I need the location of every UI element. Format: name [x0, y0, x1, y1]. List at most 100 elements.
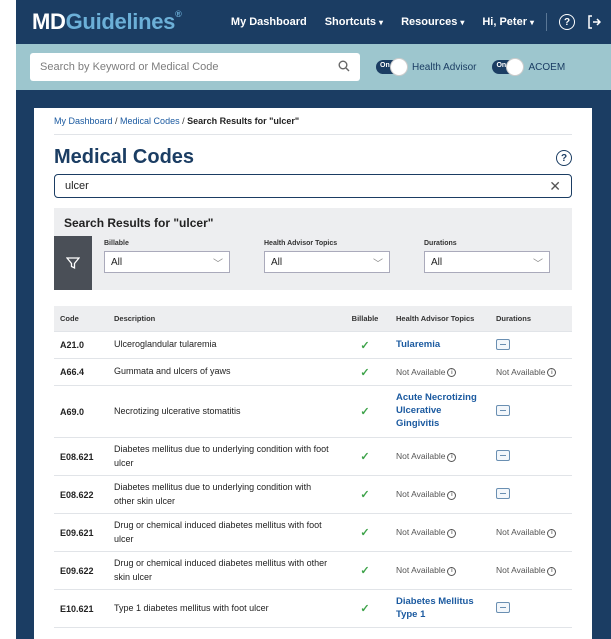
row-code: E09.621: [60, 527, 94, 538]
duration-document-icon[interactable]: [496, 405, 510, 416]
table-row[interactable]: A66.4 Gummata and ulcers of yaws ✓ Not A…: [54, 359, 572, 386]
chevron-down-icon: ▾: [460, 18, 465, 27]
page-help-icon[interactable]: ?: [556, 150, 572, 166]
row-description: Diabetes mellitus due to underlying cond…: [114, 482, 312, 506]
breadcrumb-medical-codes[interactable]: Medical Codes: [120, 116, 180, 126]
info-icon[interactable]: i: [447, 490, 457, 500]
billable-select-value: All: [111, 256, 123, 268]
code-search-input[interactable]: [65, 180, 550, 192]
breadcrumb-separator: /: [112, 116, 121, 126]
table-row[interactable]: A69.0 Necrotizing ulcerative stomatitis …: [54, 386, 572, 438]
billable-select[interactable]: All ﹀: [104, 251, 230, 273]
filter-button[interactable]: [54, 236, 92, 290]
topic-cell: Tularemia: [390, 339, 490, 352]
mdguidelines-logo[interactable]: MDGuidelines®: [32, 9, 182, 35]
topic-not-available: Not Available: [396, 565, 446, 576]
row-description: Drug or chemical induced diabetes mellit…: [114, 558, 328, 582]
billable-cell: ✓: [340, 339, 390, 352]
row-code: E10.621: [60, 603, 94, 614]
row-description: Drug or chemical induced diabetes mellit…: [114, 520, 322, 544]
info-icon[interactable]: i: [547, 528, 557, 538]
topic-cell: Diabetes Mellitus Type 1: [390, 596, 490, 622]
duration-cell: Not Available i: [490, 527, 572, 538]
durations-select[interactable]: All ﹀: [424, 251, 550, 273]
header-billable[interactable]: Billable: [340, 314, 390, 323]
table-row[interactable]: E10.621 Type 1 diabetes mellitus with fo…: [54, 590, 572, 628]
acoem-label: ACOEM: [528, 61, 566, 73]
help-button[interactable]: ?: [559, 14, 575, 30]
topic-link[interactable]: Acute Necrotizing Ulcerative Gingivitis: [396, 392, 477, 429]
logo-md: MD: [32, 9, 66, 34]
topic-cell: Not Available i: [390, 489, 490, 500]
row-description: Type 1 diabetes mellitus with foot ulcer: [114, 602, 269, 613]
top-navigation-bar: MDGuidelines® My Dashboard Shortcuts ▾ Re…: [16, 0, 611, 44]
chevron-down-icon: ﹀: [213, 258, 223, 270]
table-row[interactable]: E08.621 Diabetes mellitus due to underly…: [54, 438, 572, 476]
table-row[interactable]: E09.622 Drug or chemical induced diabete…: [54, 552, 572, 590]
row-code: A66.4: [60, 367, 85, 377]
topic-cell: Not Available i: [390, 527, 490, 538]
search-icon[interactable]: [338, 60, 350, 75]
info-icon[interactable]: i: [447, 452, 457, 462]
header-code[interactable]: Code: [54, 314, 108, 323]
chevron-down-icon: ▾: [529, 18, 534, 27]
billable-cell: ✓: [340, 488, 390, 501]
duration-document-icon[interactable]: [496, 450, 510, 461]
info-icon[interactable]: i: [447, 566, 457, 576]
nav-resources[interactable]: Resources ▾: [401, 16, 464, 28]
topics-filter-label: Health Advisor Topics: [264, 240, 338, 247]
duration-document-icon[interactable]: [496, 338, 510, 350]
nav-my-dashboard[interactable]: My Dashboard: [231, 16, 307, 28]
duration-document-icon[interactable]: [496, 602, 510, 613]
durations-select-value: All: [431, 256, 443, 268]
topic-not-available: Not Available: [396, 366, 446, 377]
duration-not-available: Not Available: [496, 366, 546, 377]
header-durations[interactable]: Durations: [490, 314, 572, 323]
info-icon[interactable]: i: [547, 566, 557, 576]
chevron-down-icon: ﹀: [533, 258, 543, 270]
clear-icon[interactable]: ✕: [549, 178, 561, 195]
chevron-down-icon: ﹀: [373, 258, 383, 270]
logout-button[interactable]: [587, 15, 601, 29]
nav-user-menu[interactable]: Hi, Peter ▾: [482, 16, 534, 28]
breadcrumb-dashboard[interactable]: My Dashboard: [54, 116, 113, 126]
check-icon: ✓: [360, 527, 370, 539]
billable-cell: ✓: [340, 405, 390, 418]
billable-cell: ✓: [340, 366, 390, 379]
check-icon: ✓: [360, 339, 370, 352]
row-code: E09.622: [60, 565, 94, 576]
topic-cell: Not Available i: [390, 366, 490, 378]
breadcrumb-current: Search Results for "ulcer": [187, 116, 300, 126]
row-description: Gummata and ulcers of yaws: [114, 366, 231, 377]
acoem-toggle[interactable]: On: [492, 58, 525, 76]
content-card: My Dashboard / Medical Codes / Search Re…: [34, 108, 592, 639]
header-description[interactable]: Description: [108, 313, 340, 324]
topic-link[interactable]: Diabetes Mellitus Type 1: [396, 596, 474, 620]
health-advisor-toggle[interactable]: On: [376, 58, 408, 76]
row-description: Diabetes mellitus due to underlying cond…: [114, 444, 329, 468]
acoem-toggle-group: On ACOEM: [492, 58, 566, 76]
results-title: Search Results for "ulcer": [64, 216, 214, 230]
nav-shortcuts[interactable]: Shortcuts ▾: [325, 16, 383, 28]
topic-link[interactable]: Tularemia: [396, 339, 440, 350]
table-row[interactable]: A21.0 Ulceroglandular tularemia ✓ Tulare…: [54, 332, 572, 359]
health-advisor-toggle-group: On Health Advisor: [376, 58, 476, 76]
billable-cell: ✓: [340, 450, 390, 463]
billable-filter: Billable All ﹀: [104, 240, 230, 273]
global-search-box: [30, 53, 360, 81]
header-topics[interactable]: Health Advisor Topics: [390, 314, 490, 323]
topics-select[interactable]: All ﹀: [264, 251, 390, 273]
page-title: Medical Codes: [54, 146, 195, 168]
row-code: E08.622: [60, 489, 94, 500]
duration-document-icon[interactable]: [496, 488, 510, 499]
global-search-input[interactable]: [40, 61, 338, 73]
info-icon[interactable]: i: [447, 368, 457, 378]
row-code: A21.0: [60, 340, 85, 350]
info-icon[interactable]: i: [547, 368, 557, 378]
help-icon: ?: [559, 14, 575, 30]
info-icon[interactable]: i: [447, 528, 457, 538]
topic-not-available: Not Available: [396, 489, 446, 500]
duration-cell: [490, 450, 572, 463]
table-row[interactable]: E08.622 Diabetes mellitus due to underly…: [54, 476, 572, 514]
table-row[interactable]: E09.621 Drug or chemical induced diabete…: [54, 514, 572, 552]
